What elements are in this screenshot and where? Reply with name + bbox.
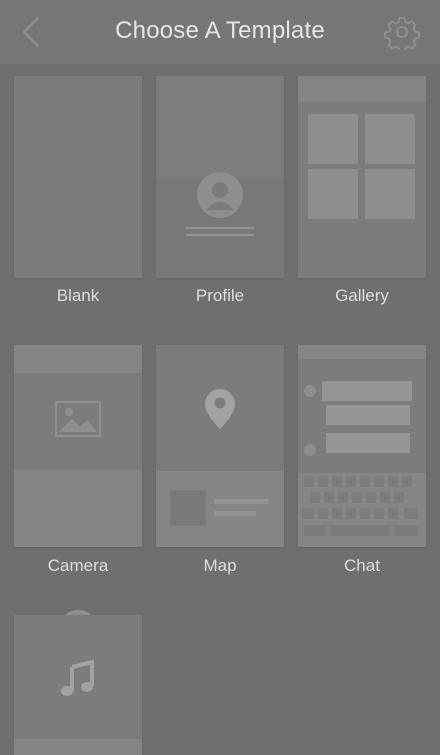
gallery-tile [308, 169, 358, 219]
map-info-panel [156, 471, 284, 547]
keyboard-key [324, 492, 334, 503]
chat-avatar [304, 444, 316, 456]
profile-cover-area [156, 76, 284, 177]
keyboard-key [380, 492, 390, 503]
keyboard-key [374, 476, 384, 487]
keyboard-key [310, 492, 320, 503]
place-detail-line [214, 511, 256, 516]
gallery-tile [365, 114, 415, 164]
chat-bubble [326, 433, 410, 453]
chat-header-bar [298, 345, 426, 359]
keyboard-key [388, 508, 398, 519]
keyboard-key [404, 508, 418, 519]
template-card-music[interactable] [14, 615, 142, 755]
keyboard-key [302, 508, 314, 519]
gallery-tile [308, 114, 358, 164]
template-card-profile[interactable] [156, 76, 284, 278]
keyboard-key [360, 476, 370, 487]
gallery-tile [365, 169, 415, 219]
map-pin-icon [205, 389, 235, 429]
place-thumbnail [170, 490, 206, 526]
keyboard-key [346, 476, 356, 487]
header-bar: Choose A Template [0, 0, 440, 64]
keyboard-key [394, 492, 404, 503]
template-label-map[interactable]: Map [156, 556, 284, 576]
chat-bubble [326, 405, 410, 425]
place-title-line [214, 499, 269, 504]
keyboard-key [338, 492, 348, 503]
image-icon [55, 401, 101, 437]
avatar-icon [197, 172, 243, 218]
template-label-profile[interactable]: Profile [156, 286, 284, 306]
keyboard-key [360, 508, 370, 519]
keyboard-key [318, 476, 328, 487]
music-note-icon [61, 659, 94, 696]
keyboard-key [304, 525, 326, 536]
camera-header-bar [14, 345, 142, 373]
gear-icon [384, 17, 420, 53]
keyboard-key [366, 492, 376, 503]
keyboard-key [332, 476, 342, 487]
keyboard-key [374, 508, 384, 519]
chat-avatar [304, 385, 316, 397]
keyboard [298, 473, 426, 547]
page-title: Choose A Template [115, 17, 325, 44]
template-card-blank[interactable] [14, 76, 142, 278]
keyboard-key [318, 508, 328, 519]
template-card-gallery[interactable] [298, 76, 426, 278]
template-card-map[interactable] [156, 345, 284, 547]
keyboard-key [332, 508, 342, 519]
template-label-gallery[interactable]: Gallery [298, 286, 426, 306]
music-player-bar [14, 739, 142, 755]
camera-controls [14, 470, 142, 648]
settings-button[interactable] [384, 14, 420, 53]
template-label-blank[interactable]: Blank [14, 286, 142, 306]
keyboard-key [394, 525, 418, 536]
template-label-camera[interactable]: Camera [14, 556, 142, 576]
template-card-camera[interactable] [14, 345, 142, 648]
keyboard-key [402, 476, 412, 487]
keyboard-spacebar [330, 525, 390, 536]
gallery-header-bar [298, 76, 426, 102]
keyboard-key [346, 508, 356, 519]
chat-bubble [322, 381, 412, 401]
profile-detail-line [186, 234, 254, 236]
keyboard-key [304, 476, 314, 487]
profile-name-line [186, 227, 254, 229]
template-card-chat[interactable] [298, 345, 426, 547]
keyboard-key [352, 492, 362, 503]
keyboard-key [388, 476, 398, 487]
template-label-chat[interactable]: Chat [298, 556, 426, 576]
